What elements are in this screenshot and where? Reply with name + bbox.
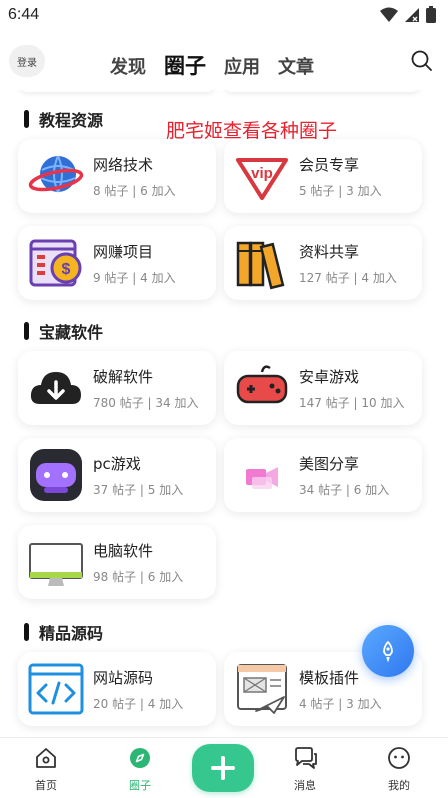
template-icon	[237, 664, 287, 714]
nav-home[interactable]: 首页	[16, 746, 76, 793]
status-bar: 6:44	[0, 0, 448, 32]
nav-messages[interactable]: 消息	[275, 746, 335, 793]
circle-stats: 34 帖子 | 6 加入	[299, 483, 390, 497]
code-icon	[28, 663, 84, 715]
tab-discover[interactable]: 发现	[110, 53, 146, 79]
globe-icon	[28, 155, 84, 193]
login-button[interactable]: 登录	[9, 45, 45, 77]
gamepad-icon	[236, 365, 288, 404]
status-icons	[380, 6, 436, 23]
section-title-text: 教程资源	[39, 111, 104, 130]
circle-name: pc游戏	[93, 455, 141, 473]
nav-profile[interactable]: 我的	[369, 746, 429, 793]
circle-card[interactable]: 网站源码 20 帖子 | 4 加入	[18, 652, 216, 726]
circle-name: 模板插件	[299, 669, 360, 687]
circle-card[interactable]: $ 网赚项目 9 帖子 | 4 加入	[18, 226, 216, 300]
circle-card[interactable]: 资料共享 127 帖子 | 4 加入	[224, 226, 422, 300]
section-marker	[24, 322, 29, 340]
vip-icon: vip	[236, 158, 288, 200]
circle-stats: 20 帖子 | 4 加入	[93, 697, 184, 711]
nav-circles[interactable]: 圈子	[110, 746, 170, 793]
compass-icon	[130, 748, 150, 768]
circles-list[interactable]: 教程资源 肥宅姬查看各种圈子 网络技术 8 帖子 | 6 加入 vip 会员专享…	[0, 90, 448, 737]
chat-icon	[295, 747, 317, 769]
rocket-icon	[383, 641, 393, 662]
circle-name: 网赚项目	[93, 243, 154, 261]
rocket-fab-button[interactable]	[362, 625, 414, 677]
circle-name: 资料共享	[299, 243, 360, 261]
video-camera-icon	[246, 467, 278, 489]
circle-stats: 9 帖子 | 4 加入	[93, 271, 176, 285]
circle-name: 电脑软件	[93, 542, 154, 560]
circle-card[interactable]: pc游戏 37 帖子 | 5 加入	[18, 438, 216, 512]
circle-stats: 4 帖子 | 3 加入	[299, 697, 382, 711]
plus-icon	[211, 756, 235, 780]
circle-name: 美图分享	[299, 455, 360, 473]
circle-card[interactable]: vip 会员专享 5 帖子 | 3 加入	[224, 139, 422, 213]
search-icon[interactable]	[410, 49, 434, 73]
battery-icon	[426, 6, 436, 23]
section-title-tutorials: 教程资源	[24, 107, 103, 131]
circle-stats: 147 帖子 | 10 加入	[299, 396, 405, 410]
circle-stats: 37 帖子 | 5 加入	[93, 483, 184, 497]
circle-name: 安卓游戏	[299, 368, 360, 386]
section-marker	[24, 623, 29, 641]
top-tabs: 发现 圈子 应用 文章	[110, 50, 314, 80]
section-marker	[24, 110, 29, 128]
top-header: 登录 发现 圈子 应用 文章	[0, 32, 448, 90]
svg-text:$: $	[62, 261, 71, 278]
circle-card[interactable]: 电脑软件 98 帖子 | 6 加入	[18, 525, 216, 599]
section-title-source-code: 精品源码	[24, 620, 103, 644]
svg-text:vip: vip	[251, 165, 273, 182]
section-title-text: 宝藏软件	[39, 323, 104, 342]
game-controller-icon	[30, 449, 82, 501]
create-post-button[interactable]	[192, 744, 254, 792]
circle-name: 破解软件	[93, 368, 154, 386]
circle-stats: 98 帖子 | 6 加入	[93, 570, 184, 584]
home-icon	[36, 748, 56, 768]
tab-apps[interactable]: 应用	[224, 53, 260, 79]
nav-label: 圈子	[129, 779, 151, 792]
section-title-software: 宝藏软件	[24, 319, 103, 343]
nav-label: 消息	[294, 779, 316, 792]
previous-cards-edge	[18, 90, 430, 92]
tab-articles[interactable]: 文章	[278, 53, 314, 79]
signal-icon	[405, 7, 419, 22]
circle-card[interactable]: 安卓游戏 147 帖子 | 10 加入	[224, 351, 422, 425]
circle-stats: 127 帖子 | 4 加入	[299, 271, 397, 285]
circle-name: 网络技术	[93, 156, 154, 174]
tab-circles[interactable]: 圈子	[164, 50, 206, 80]
bottom-nav: 首页 圈子 消息 我的	[0, 737, 448, 798]
circle-card[interactable]: 网络技术 8 帖子 | 6 加入	[18, 139, 216, 213]
status-time: 6:44	[8, 6, 40, 23]
circle-name: 网站源码	[93, 669, 154, 687]
monitor-icon	[29, 543, 83, 586]
section-title-text: 精品源码	[39, 624, 104, 643]
circle-name: 会员专享	[299, 156, 360, 174]
circle-stats: 8 帖子 | 6 加入	[93, 184, 176, 198]
circle-stats: 5 帖子 | 3 加入	[299, 184, 382, 198]
circle-stats: 780 帖子 | 34 加入	[93, 396, 199, 410]
wifi-icon	[380, 7, 398, 22]
money-icon: $	[29, 239, 82, 287]
cloud-download-icon	[30, 372, 81, 404]
profile-icon	[388, 747, 410, 769]
books-icon	[236, 241, 285, 290]
nav-label: 我的	[388, 779, 410, 792]
circle-card[interactable]: 破解软件 780 帖子 | 34 加入	[18, 351, 216, 425]
circle-card[interactable]: 美图分享 34 帖子 | 6 加入	[224, 438, 422, 512]
nav-label: 首页	[35, 779, 57, 792]
